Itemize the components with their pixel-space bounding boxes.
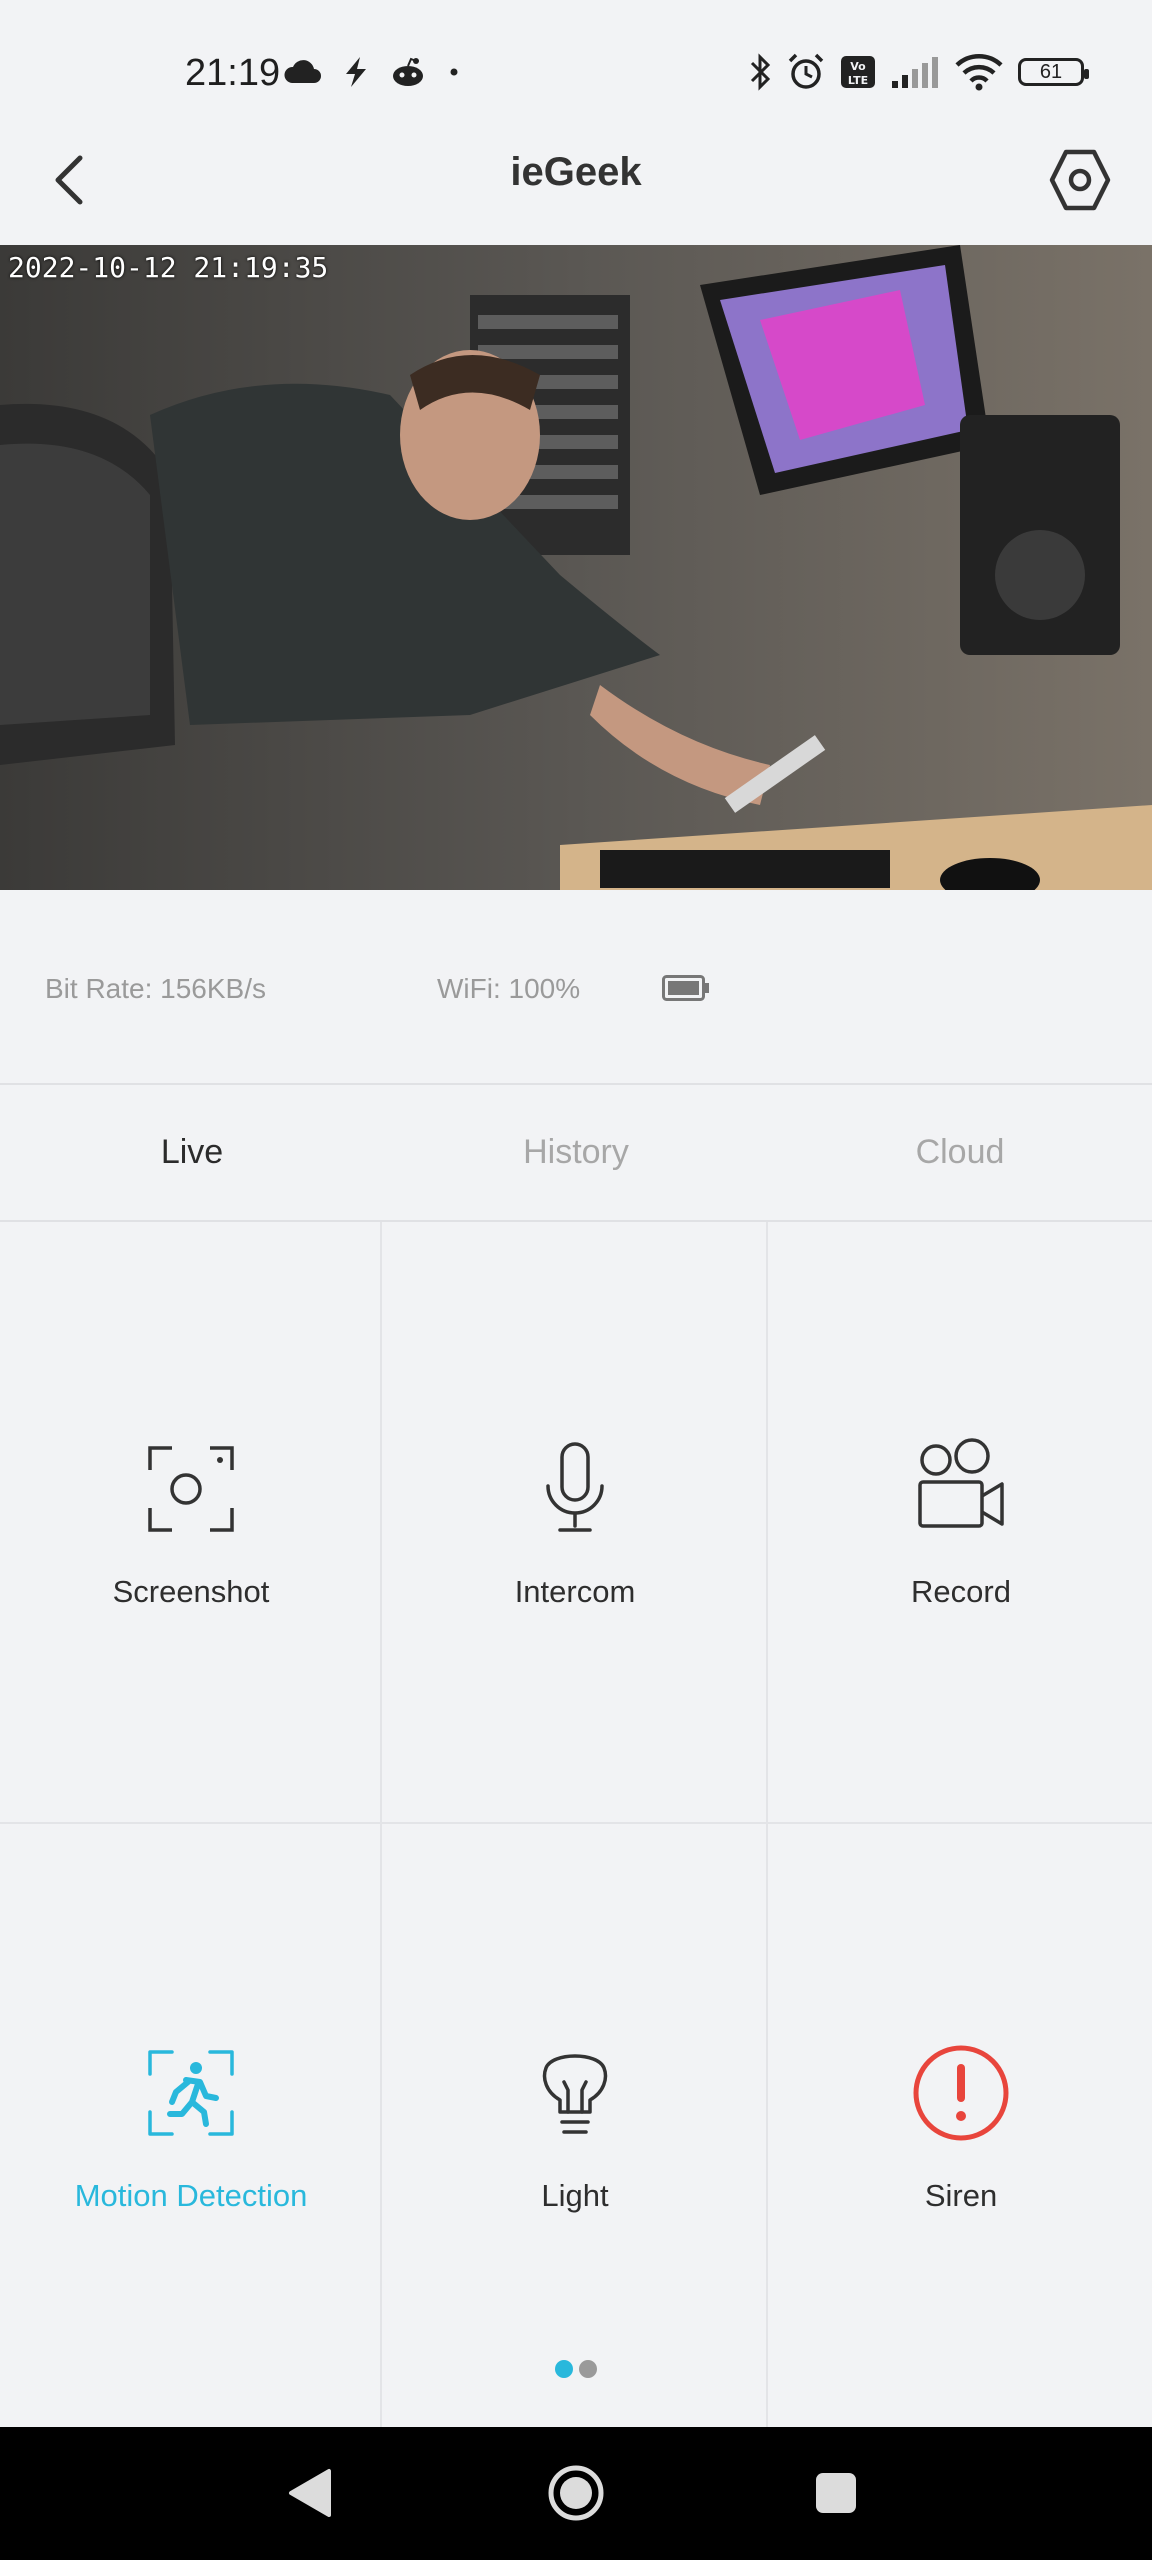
reddit-icon [393,57,423,86]
siren-label: Siren [924,2178,998,2213]
camera-battery-icon [662,975,709,1001]
page-indicator [0,2360,1152,2378]
svg-text:LTE: LTE [848,74,868,87]
bluetooth-icon [750,53,771,91]
page-title: ieGeek [510,150,642,194]
intercom-label: Intercom [514,1574,636,1609]
light-button[interactable]: Light [384,1826,766,2426]
tab-live-label: Live [160,1133,224,1171]
siren-alert-icon [913,2045,1009,2141]
tab-live[interactable]: Live [0,1085,384,1220]
bitrate-stat: Bit Rate: 156KB/s [45,973,267,1004]
screenshot-label: Screenshot [112,1574,270,1609]
screenshot-button[interactable]: Screenshot [0,1222,382,1822]
record-label: Record [911,1574,1011,1609]
alarm-icon [788,53,824,89]
lightbulb-icon [542,2054,608,2134]
tab-cloud[interactable]: Cloud [768,1085,1152,1220]
motion-detection-label: Motion Detection [74,2178,308,2213]
status-notification-icons [282,56,462,88]
status-system-icons: Vo LTE 61 [748,52,1089,92]
screenshot-icon [148,1446,234,1532]
dot-icon [450,68,458,76]
siren-button[interactable]: Siren [770,1826,1152,2426]
motion-detection-button[interactable]: Motion Detection [0,1826,382,2426]
motion-detection-icon [148,2050,234,2136]
wifi-stat: WiFi: 100% [437,973,581,1004]
light-label: Light [541,2178,609,2213]
app-header: ieGeek [0,120,1152,240]
record-button[interactable]: Record [770,1222,1152,1822]
stream-stats: Bit Rate: 156KB/s WiFi: 100% [0,955,1152,1025]
page-dot[interactable] [579,2360,597,2378]
live-video-feed[interactable]: 2022-10-12 21:19:35 [0,245,1152,890]
battery-level: 61 [1039,60,1063,83]
hexagon-settings-icon[interactable] [1044,144,1116,216]
tab-history[interactable]: History [384,1085,768,1220]
volte-icon: VoLTE [841,56,875,88]
camera-scene-image [0,245,1152,890]
status-time: 21:19 [185,52,281,94]
cloud-icon [284,60,321,83]
page-dot-active[interactable] [555,2360,573,2378]
microphone-icon [546,1442,604,1532]
nav-home-icon[interactable] [540,2457,612,2529]
battery-icon: 61 [1018,58,1089,86]
nav-back-icon[interactable] [275,2457,347,2529]
intercom-button[interactable]: Intercom [384,1222,766,1822]
system-nav-bar [0,2427,1152,2560]
nav-recents-icon[interactable] [800,2457,872,2529]
video-timestamp: 2022-10-12 21:19:35 [8,251,329,284]
control-grid: Screenshot Intercom Record Motion Detect… [0,1222,1152,2427]
signal-icon [892,57,938,88]
grid-divider [766,1222,768,2427]
video-camera-icon [918,1438,1004,1528]
view-tabs: Live History Cloud [0,1085,1152,1220]
flash-icon [346,57,366,87]
wifi-icon [955,54,1003,91]
svg-text:Vo: Vo [850,60,866,73]
tab-history-label: History [523,1133,629,1171]
grid-divider [0,1822,1152,1824]
tab-cloud-label: Cloud [915,1133,1005,1171]
